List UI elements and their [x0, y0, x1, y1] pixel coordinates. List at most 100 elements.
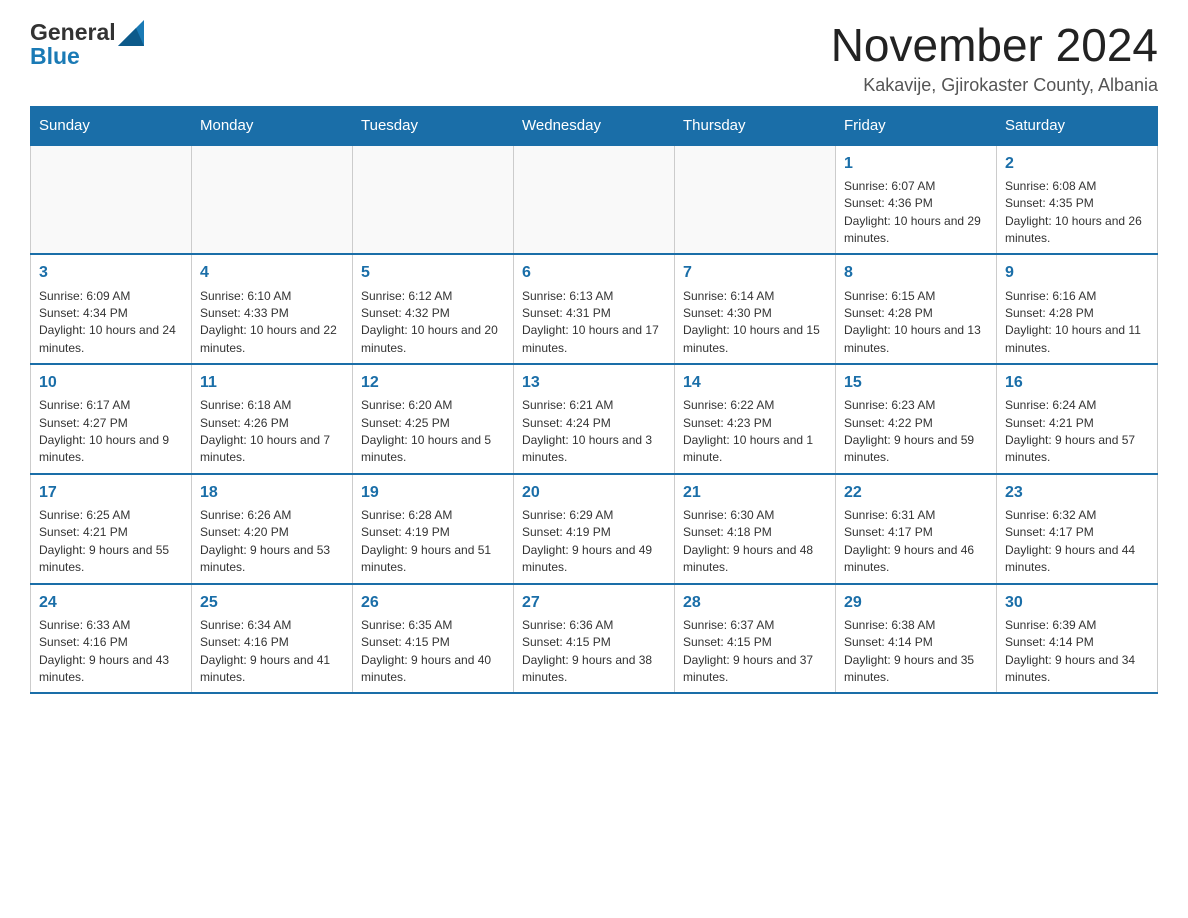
calendar-cell: 22 Sunrise: 6:31 AMSunset: 4:17 PMDayligh… — [836, 474, 997, 584]
day-number: 14 — [683, 371, 827, 394]
page-header: General Blue November 2024 Kakavije, Gji… — [30, 20, 1158, 96]
logo-icon — [118, 20, 144, 46]
calendar-cell: 7 Sunrise: 6:14 AMSunset: 4:30 PMDaylight… — [675, 254, 836, 364]
logo: General Blue — [30, 20, 144, 69]
calendar-cell: 3 Sunrise: 6:09 AMSunset: 4:34 PMDaylight… — [31, 254, 192, 364]
calendar-table: SundayMondayTuesdayWednesdayThursdayFrid… — [30, 106, 1158, 695]
weekday-header-sunday: Sunday — [31, 106, 192, 145]
day-info: Sunrise: 6:22 AMSunset: 4:23 PMDaylight:… — [683, 397, 827, 467]
calendar-cell: 2 Sunrise: 6:08 AMSunset: 4:35 PMDaylight… — [997, 145, 1158, 255]
day-info: Sunrise: 6:37 AMSunset: 4:15 PMDaylight:… — [683, 617, 827, 687]
logo-general-text: General — [30, 20, 116, 45]
day-number: 22 — [844, 481, 988, 504]
calendar-week-row: 17Sunrise: 6:25 AMSunset: 4:21 PMDayligh… — [31, 474, 1158, 584]
calendar-cell — [514, 145, 675, 255]
weekday-header-row: SundayMondayTuesdayWednesdayThursdayFrid… — [31, 106, 1158, 145]
day-info: Sunrise: 6:31 AMSunset: 4:17 PMDaylight:… — [844, 507, 988, 577]
day-number: 25 — [200, 591, 344, 614]
calendar-cell: 26 Sunrise: 6:35 AMSunset: 4:15 PMDayligh… — [353, 584, 514, 694]
logo-blue-text: Blue — [30, 44, 80, 69]
weekday-header-wednesday: Wednesday — [514, 106, 675, 145]
calendar-cell: 27 Sunrise: 6:36 AMSunset: 4:15 PMDayligh… — [514, 584, 675, 694]
calendar-cell: 15 Sunrise: 6:23 AMSunset: 4:22 PMDayligh… — [836, 364, 997, 474]
day-info: Sunrise: 6:38 AMSunset: 4:14 PMDaylight:… — [844, 617, 988, 687]
day-number: 20 — [522, 481, 666, 504]
day-info: Sunrise: 6:35 AMSunset: 4:15 PMDaylight:… — [361, 617, 505, 687]
day-info: Sunrise: 6:14 AMSunset: 4:30 PMDaylight:… — [683, 288, 827, 358]
day-number: 30 — [1005, 591, 1149, 614]
calendar-cell: 24 Sunrise: 6:33 AMSunset: 4:16 PMDayligh… — [31, 584, 192, 694]
day-info: Sunrise: 6:16 AMSunset: 4:28 PMDaylight:… — [1005, 288, 1149, 358]
calendar-cell: 23Sunrise: 6:32 AMSunset: 4:17 PMDayligh… — [997, 474, 1158, 584]
day-info: Sunrise: 6:26 AMSunset: 4:20 PMDaylight:… — [200, 507, 344, 577]
calendar-cell: 5 Sunrise: 6:12 AMSunset: 4:32 PMDaylight… — [353, 254, 514, 364]
day-info: Sunrise: 6:15 AMSunset: 4:28 PMDaylight:… — [844, 288, 988, 358]
weekday-header-saturday: Saturday — [997, 106, 1158, 145]
calendar-cell: 13 Sunrise: 6:21 AMSunset: 4:24 PMDayligh… — [514, 364, 675, 474]
calendar-cell: 18 Sunrise: 6:26 AMSunset: 4:20 PMDayligh… — [192, 474, 353, 584]
calendar-cell: 9Sunrise: 6:16 AMSunset: 4:28 PMDaylight… — [997, 254, 1158, 364]
calendar-cell — [192, 145, 353, 255]
day-info: Sunrise: 6:24 AMSunset: 4:21 PMDaylight:… — [1005, 397, 1149, 467]
day-number: 5 — [361, 261, 505, 284]
day-number: 2 — [1005, 152, 1149, 175]
calendar-cell: 12Sunrise: 6:20 AMSunset: 4:25 PMDayligh… — [353, 364, 514, 474]
day-info: Sunrise: 6:23 AMSunset: 4:22 PMDaylight:… — [844, 397, 988, 467]
day-number: 21 — [683, 481, 827, 504]
day-info: Sunrise: 6:13 AMSunset: 4:31 PMDaylight:… — [522, 288, 666, 358]
calendar-cell — [675, 145, 836, 255]
day-info: Sunrise: 6:17 AMSunset: 4:27 PMDaylight:… — [39, 397, 183, 467]
day-info: Sunrise: 6:09 AMSunset: 4:34 PMDaylight:… — [39, 288, 183, 358]
calendar-week-row: 10 Sunrise: 6:17 AMSunset: 4:27 PMDayligh… — [31, 364, 1158, 474]
weekday-header-friday: Friday — [836, 106, 997, 145]
calendar-cell: 29 Sunrise: 6:38 AMSunset: 4:14 PMDayligh… — [836, 584, 997, 694]
day-number: 3 — [39, 261, 183, 284]
day-number: 28 — [683, 591, 827, 614]
day-number: 11 — [200, 371, 344, 394]
day-number: 29 — [844, 591, 988, 614]
calendar-cell: 16Sunrise: 6:24 AMSunset: 4:21 PMDayligh… — [997, 364, 1158, 474]
calendar-cell: 1Sunrise: 6:07 AMSunset: 4:36 PMDaylight… — [836, 145, 997, 255]
calendar-week-row: 1Sunrise: 6:07 AMSunset: 4:36 PMDaylight… — [31, 145, 1158, 255]
calendar-cell: 6Sunrise: 6:13 AMSunset: 4:31 PMDaylight… — [514, 254, 675, 364]
calendar-cell: 19 Sunrise: 6:28 AMSunset: 4:19 PMDayligh… — [353, 474, 514, 584]
calendar-cell: 30Sunrise: 6:39 AMSunset: 4:14 PMDayligh… — [997, 584, 1158, 694]
calendar-week-row: 24 Sunrise: 6:33 AMSunset: 4:16 PMDayligh… — [31, 584, 1158, 694]
day-info: Sunrise: 6:07 AMSunset: 4:36 PMDaylight:… — [844, 178, 988, 248]
calendar-cell: 10 Sunrise: 6:17 AMSunset: 4:27 PMDayligh… — [31, 364, 192, 474]
day-number: 18 — [200, 481, 344, 504]
day-number: 24 — [39, 591, 183, 614]
title-block: November 2024 Kakavije, Gjirokaster Coun… — [831, 20, 1158, 96]
calendar-cell — [31, 145, 192, 255]
day-number: 27 — [522, 591, 666, 614]
weekday-header-monday: Monday — [192, 106, 353, 145]
day-info: Sunrise: 6:28 AMSunset: 4:19 PMDaylight:… — [361, 507, 505, 577]
day-number: 13 — [522, 371, 666, 394]
day-number: 15 — [844, 371, 988, 394]
day-number: 17 — [39, 481, 183, 504]
day-number: 19 — [361, 481, 505, 504]
day-number: 8 — [844, 261, 988, 284]
day-info: Sunrise: 6:12 AMSunset: 4:32 PMDaylight:… — [361, 288, 505, 358]
calendar-week-row: 3 Sunrise: 6:09 AMSunset: 4:34 PMDaylight… — [31, 254, 1158, 364]
day-info: Sunrise: 6:36 AMSunset: 4:15 PMDaylight:… — [522, 617, 666, 687]
day-info: Sunrise: 6:34 AMSunset: 4:16 PMDaylight:… — [200, 617, 344, 687]
calendar-cell: 8 Sunrise: 6:15 AMSunset: 4:28 PMDaylight… — [836, 254, 997, 364]
day-number: 26 — [361, 591, 505, 614]
day-info: Sunrise: 6:29 AMSunset: 4:19 PMDaylight:… — [522, 507, 666, 577]
calendar-cell: 14 Sunrise: 6:22 AMSunset: 4:23 PMDayligh… — [675, 364, 836, 474]
calendar-cell: 20 Sunrise: 6:29 AMSunset: 4:19 PMDayligh… — [514, 474, 675, 584]
calendar-cell: 28 Sunrise: 6:37 AMSunset: 4:15 PMDayligh… — [675, 584, 836, 694]
calendar-cell: 4Sunrise: 6:10 AMSunset: 4:33 PMDaylight… — [192, 254, 353, 364]
calendar-cell — [353, 145, 514, 255]
subtitle: Kakavije, Gjirokaster County, Albania — [831, 75, 1158, 96]
day-number: 10 — [39, 371, 183, 394]
day-info: Sunrise: 6:21 AMSunset: 4:24 PMDaylight:… — [522, 397, 666, 467]
weekday-header-tuesday: Tuesday — [353, 106, 514, 145]
calendar-cell: 25 Sunrise: 6:34 AMSunset: 4:16 PMDayligh… — [192, 584, 353, 694]
calendar-cell: 11Sunrise: 6:18 AMSunset: 4:26 PMDayligh… — [192, 364, 353, 474]
day-info: Sunrise: 6:08 AMSunset: 4:35 PMDaylight:… — [1005, 178, 1149, 248]
day-number: 7 — [683, 261, 827, 284]
day-info: Sunrise: 6:33 AMSunset: 4:16 PMDaylight:… — [39, 617, 183, 687]
calendar-cell: 21Sunrise: 6:30 AMSunset: 4:18 PMDayligh… — [675, 474, 836, 584]
